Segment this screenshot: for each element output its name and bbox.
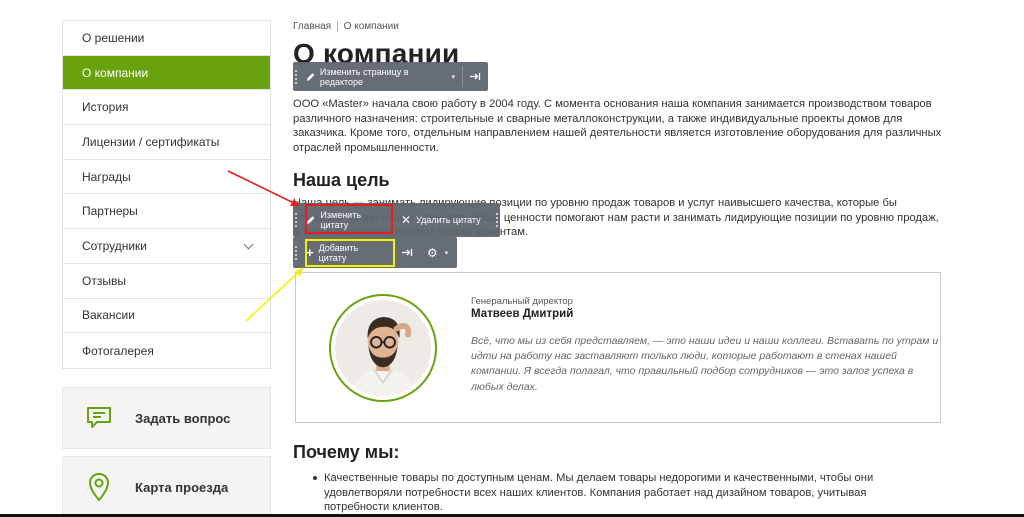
annotation-arrows — [227, 170, 304, 322]
red-arrow — [227, 170, 301, 207]
yellow-arrowhead — [295, 268, 303, 277]
yellow-arrow — [245, 267, 304, 322]
